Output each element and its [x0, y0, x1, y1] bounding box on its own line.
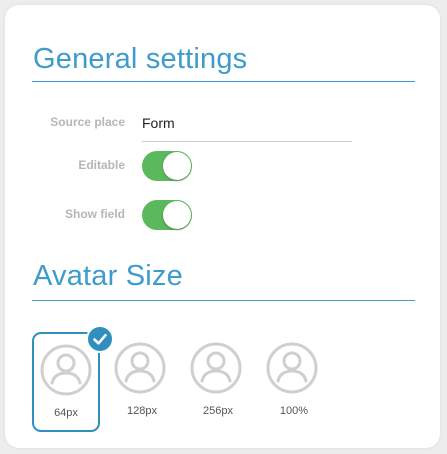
editable-label: Editable — [78, 158, 125, 172]
selected-check-badge — [86, 325, 114, 353]
show-field-toggle-knob — [163, 201, 191, 229]
user-avatar-icon — [114, 342, 166, 394]
checkmark-icon — [93, 333, 107, 345]
avatar-size-title: Avatar Size — [33, 260, 183, 292]
settings-card: General settings Source place Form Edita… — [5, 5, 440, 448]
avatar-size-option-100pct[interactable]: 100% — [260, 332, 328, 432]
source-place-label: Source place — [50, 115, 125, 129]
avatar-size-label: 100% — [279, 405, 309, 417]
general-settings-divider — [32, 81, 415, 82]
avatar-size-label: 64px — [54, 407, 78, 419]
user-avatar-icon — [190, 342, 242, 394]
avatar-size-label: 128px — [127, 405, 157, 417]
user-avatar-icon — [40, 344, 92, 396]
avatar-size-label: 256px — [203, 405, 233, 417]
user-avatar-icon — [266, 342, 318, 394]
general-settings-title: General settings — [33, 43, 248, 75]
avatar-size-divider — [32, 300, 415, 301]
editable-toggle-knob — [163, 152, 191, 180]
source-place-field[interactable]: Form — [142, 115, 352, 142]
editable-toggle[interactable] — [142, 151, 192, 181]
avatar-size-option-256[interactable]: 256px — [184, 332, 252, 432]
show-field-toggle[interactable] — [142, 200, 192, 230]
avatar-size-option-128[interactable]: 128px — [108, 332, 176, 432]
show-field-label: Show field — [65, 207, 125, 221]
